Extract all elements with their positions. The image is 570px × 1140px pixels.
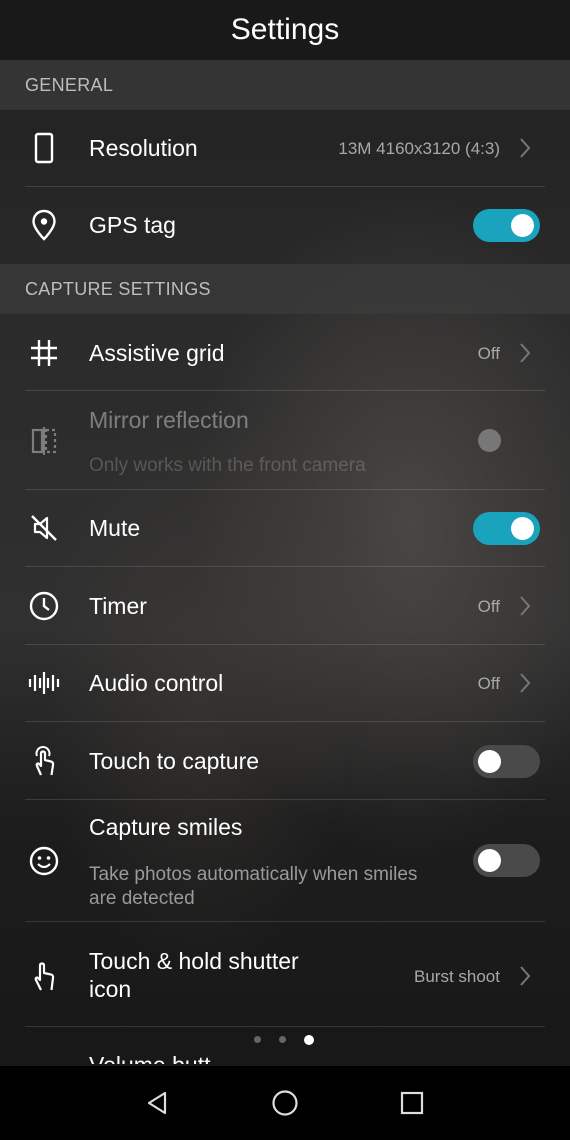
- setting-label: Mirror reflection: [89, 407, 249, 433]
- mute-toggle[interactable]: [473, 512, 540, 545]
- chevron-right-icon: [520, 596, 531, 616]
- audio-waveform-icon: [25, 664, 63, 702]
- setting-row-touch-to-capture[interactable]: Touch to capture: [0, 722, 570, 800]
- capture-smiles-toggle[interactable]: [473, 844, 540, 877]
- setting-row-timer[interactable]: Timer Off: [0, 567, 570, 645]
- setting-value: Burst shoot: [414, 967, 500, 986]
- title-bar: Settings: [0, 0, 570, 60]
- toggle-knob: [478, 849, 501, 872]
- setting-value: Off: [477, 597, 500, 616]
- clock-icon: [25, 587, 63, 625]
- setting-description-line1: Take photos automatically when smiles: [89, 864, 418, 885]
- setting-label: GPS tag: [89, 212, 176, 238]
- chevron-right-icon: [520, 673, 531, 693]
- chevron-right-icon: [520, 966, 531, 986]
- grid-hash-icon: [25, 334, 63, 372]
- phone-outline-icon: [25, 129, 63, 167]
- section-header-capture-settings: CAPTURE SETTINGS: [0, 264, 570, 314]
- chevron-right-icon: [520, 343, 531, 363]
- section-label: GENERAL: [25, 74, 114, 95]
- system-navigation-bar: [0, 1066, 570, 1140]
- setting-label-line1: Touch & hold shutter: [89, 948, 299, 974]
- setting-label: Touch to capture: [89, 748, 260, 774]
- page-dot: [279, 1036, 286, 1043]
- back-triangle-icon[interactable]: [143, 1088, 173, 1118]
- toggle-knob: [511, 517, 534, 540]
- setting-row-mute[interactable]: Mute: [0, 490, 570, 567]
- setting-value: Off: [477, 674, 500, 693]
- setting-value: 13M 4160x3120 (4:3): [338, 139, 500, 158]
- mirror-icon: [25, 422, 63, 460]
- smiley-icon: [25, 842, 63, 880]
- page-dot-active: [304, 1035, 314, 1045]
- location-pin-icon: [25, 206, 63, 244]
- home-circle-icon[interactable]: [270, 1088, 300, 1118]
- setting-row-assistive-grid[interactable]: Assistive grid Off: [0, 314, 570, 391]
- toggle-knob: [478, 429, 501, 452]
- page-indicator: [254, 1035, 314, 1045]
- gps-tag-toggle[interactable]: [473, 209, 540, 242]
- hand-pointer-icon: [25, 957, 63, 995]
- chevron-right-icon: [520, 138, 531, 158]
- setting-label-line2: icon: [89, 976, 132, 1002]
- setting-label: Resolution: [89, 135, 198, 161]
- touch-hand-icon: [25, 742, 63, 780]
- setting-label: Mute: [89, 515, 141, 541]
- setting-value: Off: [477, 344, 500, 363]
- recents-square-icon[interactable]: [397, 1088, 427, 1118]
- setting-label: Audio control: [89, 670, 224, 696]
- setting-row-capture-smiles[interactable]: Capture smiles Take photos automatically…: [0, 800, 570, 922]
- setting-description-line2: are detected: [89, 888, 195, 909]
- section-header-general: GENERAL: [0, 60, 570, 110]
- setting-row-gps-tag[interactable]: GPS tag: [0, 187, 570, 264]
- page-dot: [254, 1036, 261, 1043]
- setting-row-touch-hold-shutter[interactable]: Touch & hold shutter icon Burst shoot: [0, 922, 570, 1027]
- partial-setting-label: Volume butt...: [89, 1050, 230, 1064]
- setting-row-mirror-reflection: Mirror reflection Only works with the fr…: [0, 391, 570, 490]
- section-label: CAPTURE SETTINGS: [25, 278, 211, 299]
- settings-screen: Settings GENERAL Resolution 13M 4160x312…: [0, 0, 570, 1140]
- setting-row-audio-control[interactable]: Audio control Off: [0, 645, 570, 722]
- page-title: Settings: [230, 13, 340, 46]
- setting-label: Assistive grid: [89, 340, 225, 366]
- setting-label: Timer: [89, 593, 147, 619]
- mirror-reflection-toggle: [473, 424, 540, 457]
- speaker-mute-icon: [25, 509, 63, 547]
- toggle-knob: [478, 750, 501, 773]
- touch-to-capture-toggle[interactable]: [473, 745, 540, 778]
- setting-description: Only works with the front camera: [89, 455, 366, 476]
- divider: [25, 1026, 545, 1027]
- setting-label: Capture smiles: [89, 814, 243, 840]
- toggle-knob: [511, 214, 534, 237]
- setting-row-resolution[interactable]: Resolution 13M 4160x3120 (4:3): [0, 110, 570, 187]
